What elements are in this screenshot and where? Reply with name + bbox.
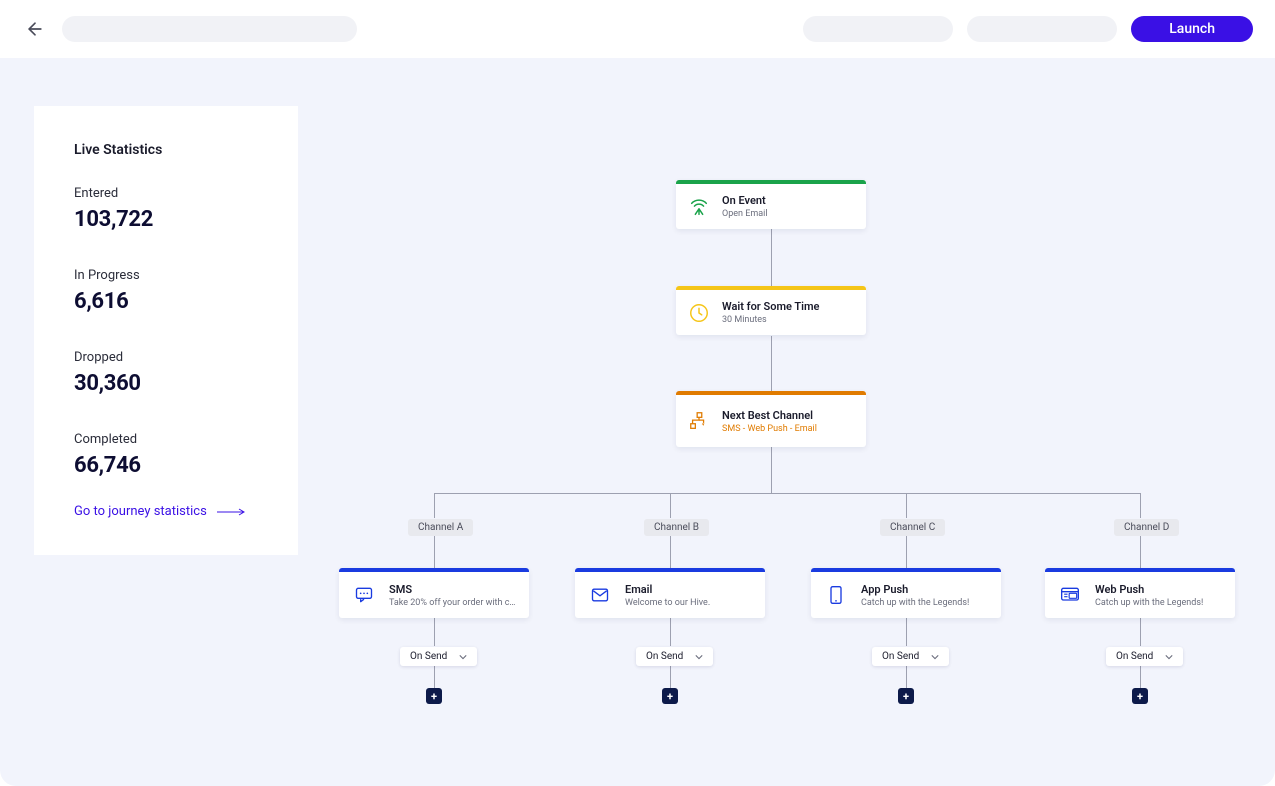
add-node-d[interactable]: + (1132, 688, 1148, 704)
stat-in-progress: In Progress 6,616 (74, 268, 258, 314)
stat-completed: Completed 66,746 (74, 432, 258, 478)
stat-label: Entered (74, 186, 258, 201)
send-drop-d[interactable]: On Send (1106, 647, 1183, 666)
node-event[interactable]: On Event Open Email (676, 180, 866, 229)
stat-label: Completed (74, 432, 258, 447)
node-sub: Catch up with the Legends! (861, 598, 969, 608)
back-button[interactable] (22, 16, 48, 42)
clock-icon (688, 302, 710, 324)
topbar: Launch (0, 0, 1275, 58)
stats-title: Live Statistics (74, 142, 258, 158)
node-sub: Open Email (722, 209, 768, 219)
node-sub: SMS - Web Push - Email (722, 424, 817, 434)
arrow-right-icon (217, 508, 247, 516)
node-sub: 30 Minutes (722, 315, 819, 325)
action-placeholder-2 (967, 16, 1117, 42)
event-icon (688, 196, 710, 218)
node-webpush[interactable]: Web Push Catch up with the Legends! (1045, 568, 1235, 618)
node-title: Wait for Some Time (722, 300, 819, 313)
stat-label: In Progress (74, 268, 258, 283)
sms-icon (352, 585, 376, 605)
phone-icon (826, 583, 846, 607)
stats-panel: Live Statistics Entered 103,722 In Progr… (34, 106, 298, 555)
send-label: On Send (882, 651, 919, 662)
title-placeholder (62, 16, 357, 42)
launch-button[interactable]: Launch (1131, 16, 1253, 42)
stat-value: 103,722 (74, 207, 258, 232)
node-sub: Take 20% off your order with code ... (389, 598, 519, 608)
journey-canvas: Live Statistics Entered 103,722 In Progr… (0, 58, 1275, 786)
stat-label: Dropped (74, 350, 258, 365)
node-title: SMS (389, 583, 519, 596)
node-title: Web Push (1095, 583, 1203, 596)
arrow-left-icon (25, 19, 45, 39)
channel-label-c: Channel C (880, 519, 945, 536)
stat-value: 6,616 (74, 289, 258, 314)
add-node-c[interactable]: + (898, 688, 914, 704)
channel-label-d: Channel D (1114, 519, 1179, 536)
channel-label-b: Channel B (644, 519, 709, 536)
stat-value: 30,360 (74, 371, 258, 396)
stats-link[interactable]: Go to journey statistics (74, 504, 258, 519)
send-drop-c[interactable]: On Send (872, 647, 949, 666)
branch-icon (688, 410, 710, 432)
webpush-icon (1058, 585, 1082, 605)
channel-label-a: Channel A (408, 519, 473, 536)
chevron-down-icon (459, 653, 467, 661)
send-label: On Send (646, 651, 683, 662)
chevron-down-icon (931, 653, 939, 661)
node-sms[interactable]: SMS Take 20% off your order with code ..… (339, 568, 529, 618)
add-node-b[interactable]: + (662, 688, 678, 704)
node-title: Next Best Channel (722, 409, 817, 422)
node-email[interactable]: Email Welcome to our Hive. (575, 568, 765, 618)
email-icon (588, 585, 612, 605)
send-label: On Send (1116, 651, 1153, 662)
send-drop-b[interactable]: On Send (636, 647, 713, 666)
stat-entered: Entered 103,722 (74, 186, 258, 232)
chevron-down-icon (695, 653, 703, 661)
node-title: Email (625, 583, 710, 596)
add-node-a[interactable]: + (426, 688, 442, 704)
stat-value: 66,746 (74, 453, 258, 478)
node-sub: Catch up with the Legends! (1095, 598, 1203, 608)
chevron-down-icon (1165, 653, 1173, 661)
node-wait[interactable]: Wait for Some Time 30 Minutes (676, 286, 866, 335)
send-label: On Send (410, 651, 447, 662)
stats-link-label: Go to journey statistics (74, 504, 207, 519)
action-placeholder-1 (803, 16, 953, 42)
node-nbc[interactable]: Next Best Channel SMS - Web Push - Email (676, 391, 866, 447)
send-drop-a[interactable]: On Send (400, 647, 477, 666)
node-title: App Push (861, 583, 969, 596)
node-sub: Welcome to our Hive. (625, 598, 710, 608)
node-title: On Event (722, 194, 768, 207)
stat-dropped: Dropped 30,360 (74, 350, 258, 396)
node-apppush[interactable]: App Push Catch up with the Legends! (811, 568, 1001, 618)
